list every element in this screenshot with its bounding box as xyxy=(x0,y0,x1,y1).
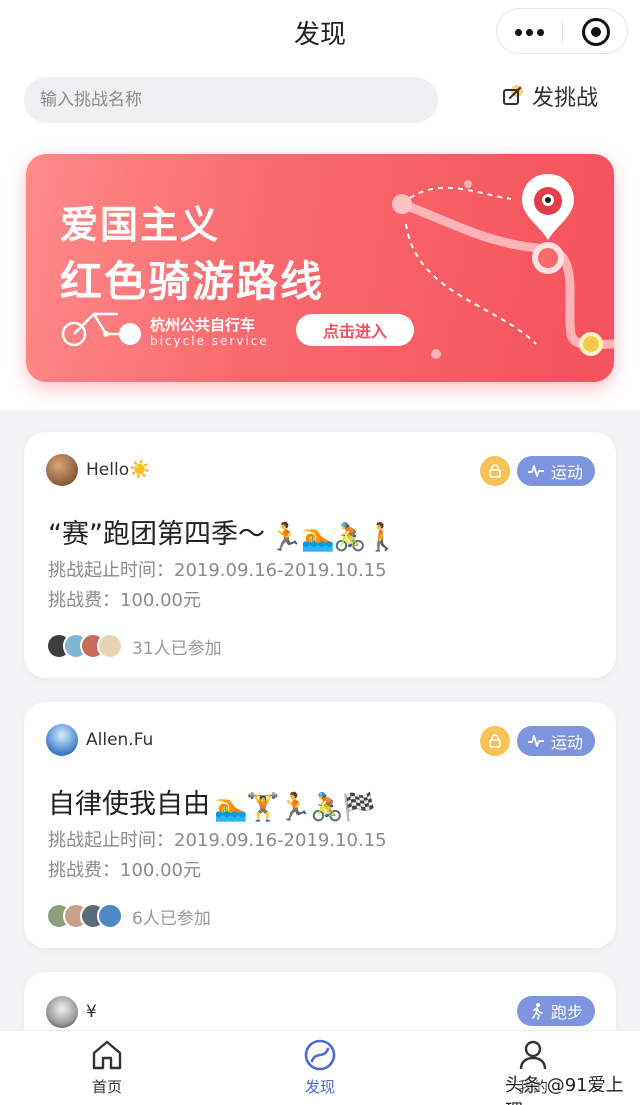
challenge-title: 自律使我自由 🏊 🏋 🏃 🚴 🏁 xyxy=(48,782,376,823)
avatar xyxy=(46,454,78,486)
running-icon xyxy=(532,1003,543,1020)
cyclist-emoji: 🚴 xyxy=(310,791,344,823)
banner-title-line1: 爱国主义 xyxy=(60,203,221,247)
watermark: 头条 @91爱上理 xyxy=(505,1075,624,1105)
swimmer-emoji: 🏊 xyxy=(214,791,248,823)
runner-emoji: 🏃 xyxy=(278,791,312,823)
walker-emoji: 🚶 xyxy=(364,521,399,553)
category-label: 运动 xyxy=(551,463,584,482)
avatar xyxy=(46,996,78,1028)
fee-value: 100.00元 xyxy=(120,860,201,881)
nav-header: 发现 xyxy=(0,0,640,64)
runner-emoji: 🏃 xyxy=(268,521,303,553)
author-name: Hello☀️ xyxy=(86,460,151,480)
emoji-group: 🏃 🏊 🚴 🚶 xyxy=(268,521,399,553)
activity-pulse-icon xyxy=(528,735,544,747)
more-button[interactable] xyxy=(497,9,562,55)
period-value: 2019.09.16-2019.10.15 xyxy=(174,560,387,581)
lock-icon xyxy=(480,456,510,486)
search-input[interactable] xyxy=(40,90,438,110)
participants: 6人已参加 xyxy=(46,902,211,930)
challenge-title-text: “赛”跑团第四季～ xyxy=(48,519,265,550)
promo-banner[interactable]: 爱国主义 红色骑游路线 杭州公共自行车 bicycle service 点击进入 xyxy=(26,154,614,382)
period-value: 2019.09.16-2019.10.15 xyxy=(174,830,387,851)
participant-count: 31人已参加 xyxy=(132,638,222,659)
launch-challenge-label: 发挑战 xyxy=(532,86,599,111)
more-dots-icon xyxy=(515,28,522,36)
category-badge: 运动 xyxy=(517,726,596,756)
swimmer-emoji: 🏊 xyxy=(300,521,335,553)
emoji-group: 🏊 🏋 🏃 🚴 🏁 xyxy=(214,791,376,823)
challenge-fee: 挑战费：100.00元 xyxy=(48,856,201,882)
user-icon xyxy=(519,1040,547,1070)
category-badge: 运动 xyxy=(517,456,596,486)
activity-pulse-icon xyxy=(528,465,544,477)
challenge-period: 挑战起止时间：2019.09.16-2019.10.15 xyxy=(48,556,387,582)
author-name: Allen.Fu xyxy=(86,730,154,750)
banner-title-line2: 红色骑游路线 xyxy=(60,257,325,306)
period-label: 挑战起止时间： xyxy=(48,560,174,581)
fee-label: 挑战费： xyxy=(48,860,120,881)
enter-button[interactable]: 点击进入 xyxy=(296,314,414,346)
challenge-card[interactable]: Hello☀️ 运动 “赛”跑团第四季～ 🏃 🏊 🚴 🚶 挑战起止时间：2019… xyxy=(24,432,616,678)
challenge-period: 挑战起止时间：2019.09.16-2019.10.15 xyxy=(48,826,387,852)
participant-count: 6人已参加 xyxy=(132,908,211,929)
brand-name: 杭州公共自行车 xyxy=(150,316,256,334)
search-bar xyxy=(24,77,438,123)
tab-home-label: 首页 xyxy=(91,1078,122,1096)
launch-challenge-button[interactable]: 发挑战 xyxy=(500,79,598,113)
more-dots-icon xyxy=(526,28,533,36)
period-label: 挑战起止时间： xyxy=(48,830,174,851)
tab-discover[interactable]: 发现 xyxy=(260,1037,380,1097)
author-name: ¥ xyxy=(86,1002,97,1022)
participant-avatar xyxy=(97,633,123,659)
cyclist-emoji: 🚴 xyxy=(332,521,367,553)
more-dots-icon xyxy=(537,28,544,36)
challenge-card[interactable]: Allen.Fu 运动 自律使我自由 🏊 🏋 🏃 🚴 🏁 挑战起止时间：2019… xyxy=(24,702,616,948)
challenge-fee: 挑战费：100.00元 xyxy=(48,586,201,612)
tab-discover-label: 发现 xyxy=(304,1078,335,1096)
mini-program-capsule xyxy=(496,8,628,54)
discover-icon xyxy=(304,1039,336,1071)
weightlifter-emoji: 🏋 xyxy=(246,791,280,823)
category-label: 运动 xyxy=(551,733,584,752)
lock-icon xyxy=(480,726,510,756)
fee-value: 100.00元 xyxy=(120,590,201,611)
challenge-title-text: 自律使我自由 xyxy=(48,789,210,820)
avatar xyxy=(46,724,78,756)
edit-icon xyxy=(503,85,523,105)
fee-label: 挑战费： xyxy=(48,590,120,611)
route-illustration xyxy=(392,174,614,359)
category-label: 跑步 xyxy=(551,1003,584,1022)
home-icon xyxy=(92,1040,122,1070)
tab-home[interactable]: 首页 xyxy=(47,1037,167,1097)
close-button[interactable] xyxy=(563,9,628,55)
checkered-flag-emoji: 🏁 xyxy=(342,791,376,823)
participant-avatar xyxy=(97,903,123,929)
category-badge: 跑步 xyxy=(517,996,596,1026)
target-close-icon xyxy=(581,18,610,46)
participants: 31人已参加 xyxy=(46,632,222,660)
brand-english: bicycle service xyxy=(150,334,269,348)
challenge-title: “赛”跑团第四季～ 🏃 🏊 🚴 🚶 xyxy=(48,512,399,553)
